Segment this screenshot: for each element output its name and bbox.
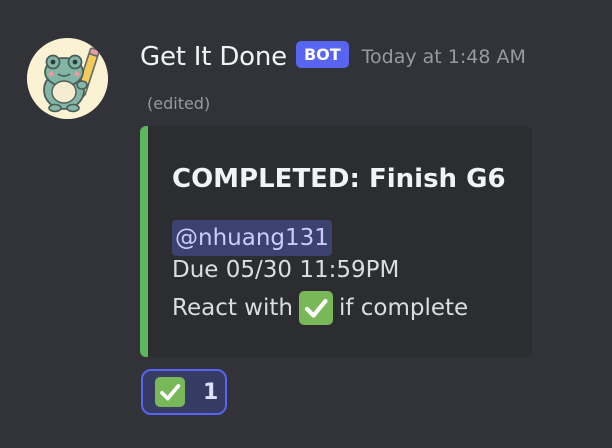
due-date: Due 05/30 11:59PM <box>172 257 400 283</box>
embed-accent-bar <box>140 126 148 357</box>
avatar[interactable] <box>27 38 108 119</box>
bot-tag: BOT <box>295 40 349 68</box>
embed-title: COMPLETED: Finish G6 <box>172 164 506 194</box>
check-mark-button-icon <box>298 291 333 325</box>
react-prefix: React with <box>172 295 293 321</box>
message-header: Get It Done BOT Today at 1:48 AM <box>140 36 526 78</box>
reaction-button[interactable]: 1 <box>141 369 227 415</box>
check-mark-button-icon <box>155 377 185 407</box>
embed: COMPLETED: Finish G6 @nhuang131 Due 05/3… <box>140 126 532 357</box>
reaction-count: 1 <box>203 379 219 405</box>
chat-message: Get It Done BOT Today at 1:48 AM (edited… <box>0 0 612 448</box>
user-mention[interactable]: @nhuang131 <box>172 220 332 256</box>
react-suffix: if complete <box>338 295 469 321</box>
frog-with-pencil-icon <box>27 38 108 119</box>
timestamp[interactable]: Today at 1:48 AM <box>362 46 526 68</box>
react-instruction: React with if complete <box>172 291 468 325</box>
author-name[interactable]: Get It Done <box>140 42 287 72</box>
edited-indicator: (edited) <box>147 94 211 113</box>
